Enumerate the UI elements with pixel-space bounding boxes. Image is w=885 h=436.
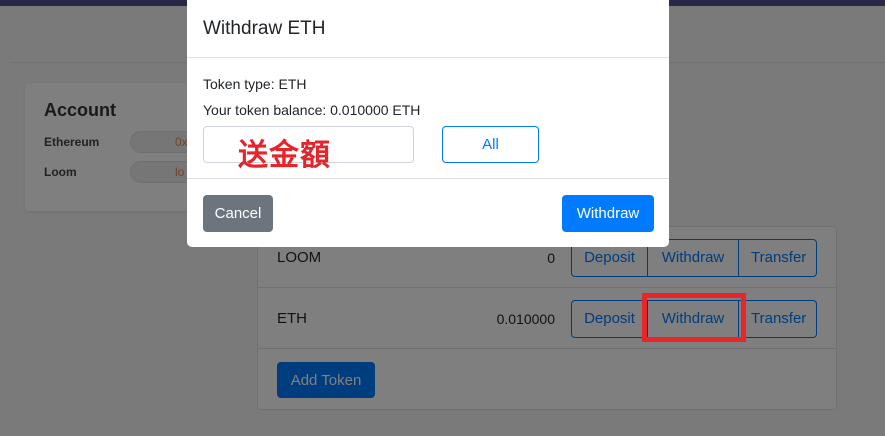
modal-footer: Cancel Withdraw bbox=[187, 178, 669, 247]
all-button[interactable]: All bbox=[442, 126, 539, 163]
withdraw-submit-button[interactable]: Withdraw bbox=[562, 195, 654, 232]
modal-header: Withdraw ETH bbox=[187, 0, 669, 58]
cancel-button[interactable]: Cancel bbox=[203, 195, 273, 232]
page: Account Ethereum 0x Loom lo LOOM 0 Depos… bbox=[0, 0, 885, 436]
amount-annotation: 送金額 bbox=[238, 138, 331, 173]
modal-title: Withdraw ETH bbox=[203, 18, 326, 39]
amount-input[interactable]: 送金額 bbox=[203, 126, 414, 173]
withdraw-modal: Withdraw ETH Token type: ETH Your token … bbox=[187, 0, 669, 247]
token-type-text: Token type: ETH bbox=[203, 76, 307, 92]
token-balance-text: Your token balance: 0.010000 ETH bbox=[203, 102, 421, 118]
